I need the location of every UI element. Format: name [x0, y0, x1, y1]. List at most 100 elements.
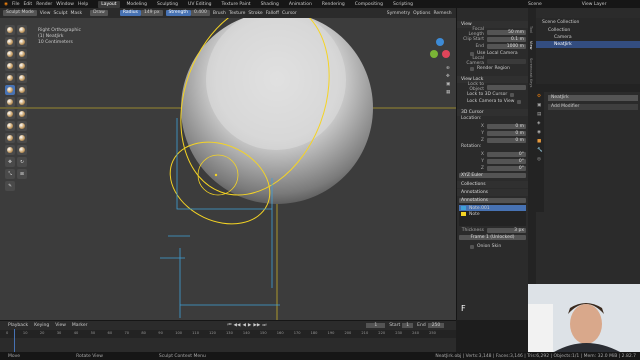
- workspace-tab-rendering[interactable]: Rendering: [319, 1, 348, 8]
- inflate-brush-tool[interactable]: [17, 49, 27, 59]
- menu-help[interactable]: Help: [78, 2, 88, 7]
- texture-menu[interactable]: Texture: [229, 11, 245, 16]
- grab-brush-tool[interactable]: [17, 97, 27, 107]
- scrape-brush-tool[interactable]: [17, 85, 27, 95]
- remesh-menu[interactable]: Remesh: [434, 11, 452, 16]
- cursor-z-field[interactable]: 0 m: [487, 137, 526, 143]
- clip-start-field[interactable]: 0.1 m: [487, 36, 526, 42]
- workspace-tab-scripting[interactable]: Scripting: [390, 1, 416, 8]
- elastic-brush-tool[interactable]: [5, 109, 15, 119]
- onion-skin-row[interactable]: Onion Skin: [457, 243, 528, 250]
- frame-field[interactable]: Frame 1 (Unlocked): [459, 234, 526, 240]
- thumb-brush-tool[interactable]: [5, 121, 15, 131]
- rotate-brush-tool[interactable]: [17, 133, 27, 143]
- annotate-tool[interactable]: [5, 85, 15, 95]
- symmetry-menu[interactable]: Symmetry: [387, 11, 410, 16]
- cursor-ry-field[interactable]: 0°: [487, 158, 526, 164]
- world-tab-icon[interactable]: ◉: [537, 130, 543, 135]
- annotation-layer-item[interactable]: Note: [459, 211, 526, 217]
- box-mask-tool[interactable]: [17, 145, 27, 155]
- zoom-icon[interactable]: ⊕: [446, 66, 454, 71]
- menu-sculpt[interactable]: Sculpt: [53, 11, 67, 16]
- annotations-header[interactable]: Annotations: [457, 189, 528, 196]
- blender-logo-icon[interactable]: ◉: [4, 2, 8, 7]
- annotation-datablock-field[interactable]: Annotations: [459, 197, 526, 203]
- menu-edit[interactable]: Edit: [23, 2, 32, 7]
- workspace-tab-layout[interactable]: Layout: [98, 0, 120, 8]
- outliner-item-camera[interactable]: Camera: [536, 34, 640, 41]
- smooth-brush-tool[interactable]: [5, 73, 15, 83]
- radius-field[interactable]: 149 px: [140, 10, 163, 16]
- scene-tab-icon[interactable]: ◈: [537, 121, 543, 126]
- prev-key-button[interactable]: ◀◀: [234, 323, 241, 328]
- onion-skin-checkbox[interactable]: [470, 244, 474, 249]
- start-frame-field[interactable]: 1: [402, 322, 414, 328]
- workspace-tab-sculpting[interactable]: Sculpting: [154, 1, 181, 8]
- tab-screencast-keys[interactable]: Screencast Keys: [529, 58, 533, 87]
- scene-selector[interactable]: Scene: [528, 2, 542, 7]
- menu-window[interactable]: Window: [56, 2, 74, 7]
- layer-brush-tool[interactable]: [5, 49, 15, 59]
- pinch-brush-tool[interactable]: [5, 97, 15, 107]
- lock-object-field[interactable]: [487, 84, 526, 90]
- play-reverse-button[interactable]: ◀: [242, 323, 245, 328]
- pose-brush-tool[interactable]: [17, 121, 27, 131]
- marker-menu[interactable]: Marker: [72, 323, 88, 328]
- pan-icon[interactable]: ✥: [446, 74, 454, 79]
- cursor-x-field[interactable]: 0 m: [487, 123, 526, 129]
- blob-brush-tool[interactable]: [5, 61, 15, 71]
- layer-color-swatch[interactable]: [461, 212, 466, 216]
- tab-tool[interactable]: Tool: [529, 26, 533, 33]
- cursor-y-field[interactable]: 0 m: [487, 130, 526, 136]
- clay-strips-brush-tool[interactable]: [17, 37, 27, 47]
- options-menu[interactable]: Options: [413, 11, 430, 16]
- workspace-tab-modeling[interactable]: Modeling: [124, 1, 150, 8]
- 3d-cursor-header[interactable]: 3D Cursor: [457, 109, 528, 116]
- workspace-tab-uv-editing[interactable]: UV Editing: [185, 1, 214, 8]
- rotation-mode-dropdown[interactable]: XYZ Euler: [459, 172, 526, 178]
- object-name-field[interactable]: NeatJirk: [548, 95, 638, 101]
- outliner-scene-collection[interactable]: Scene Collection: [536, 18, 640, 27]
- rotate-tool[interactable]: ↻: [17, 157, 27, 167]
- menu-render[interactable]: Render: [36, 2, 52, 7]
- move-tool[interactable]: ✥: [5, 157, 15, 167]
- add-modifier-button[interactable]: Add Modifier: [548, 104, 638, 110]
- radius-label[interactable]: Radius: [119, 10, 141, 16]
- current-frame-field[interactable]: 1: [366, 322, 386, 328]
- strength-label[interactable]: Strength: [165, 10, 191, 16]
- workspace-tab-compositing[interactable]: Compositing: [352, 1, 386, 8]
- local-camera-field[interactable]: [487, 58, 526, 64]
- snake-hook-brush-tool[interactable]: [17, 109, 27, 119]
- tool-tab-icon[interactable]: ⚙: [537, 94, 543, 99]
- tab-view[interactable]: View: [529, 41, 533, 50]
- workspace-tab-animation[interactable]: Animation: [286, 1, 315, 8]
- menu-file[interactable]: File: [12, 2, 20, 7]
- modifier-tab-icon[interactable]: 🔧: [537, 148, 543, 153]
- scale-tool[interactable]: ⤡: [5, 169, 15, 179]
- jump-end-button[interactable]: ⏭: [262, 322, 266, 328]
- menu-mask[interactable]: Mask: [71, 11, 83, 16]
- stroke-menu[interactable]: Stroke: [248, 11, 262, 16]
- lock-cursor-checkbox[interactable]: [510, 92, 515, 97]
- cursor-menu[interactable]: Cursor: [282, 11, 297, 16]
- view-layer-selector[interactable]: View Layer: [582, 2, 607, 7]
- frame-ruler[interactable]: 0 10 20 30 40 50 60 70 80 90 100 110 120 130 140 150 160…: [0, 330, 456, 338]
- object-tab-icon[interactable]: ■: [537, 139, 543, 144]
- outliner-item-neatjirk[interactable]: NeatJirk: [536, 41, 640, 48]
- playback-menu[interactable]: Playback: [8, 323, 28, 328]
- strength-field[interactable]: 0.400: [190, 10, 210, 16]
- output-tab-icon[interactable]: ▤: [537, 112, 543, 117]
- draw-sharp-brush-tool[interactable]: [17, 25, 27, 35]
- nudge-brush-tool[interactable]: [5, 133, 15, 143]
- menu-view[interactable]: View: [40, 11, 51, 16]
- draw-brush-tool[interactable]: [5, 25, 15, 35]
- workspace-tab-shading[interactable]: Shading: [258, 1, 282, 8]
- view-menu[interactable]: View: [55, 323, 66, 328]
- render-region-checkbox[interactable]: [470, 66, 474, 71]
- lock-camera-row[interactable]: Lock Camera to View: [457, 98, 528, 105]
- lock-camera-checkbox[interactable]: [517, 99, 522, 104]
- play-button[interactable]: ▶: [248, 323, 251, 328]
- end-frame-field[interactable]: 250: [427, 322, 445, 328]
- render-region-row[interactable]: Render Region: [457, 65, 528, 72]
- clay-brush-tool[interactable]: [5, 37, 15, 47]
